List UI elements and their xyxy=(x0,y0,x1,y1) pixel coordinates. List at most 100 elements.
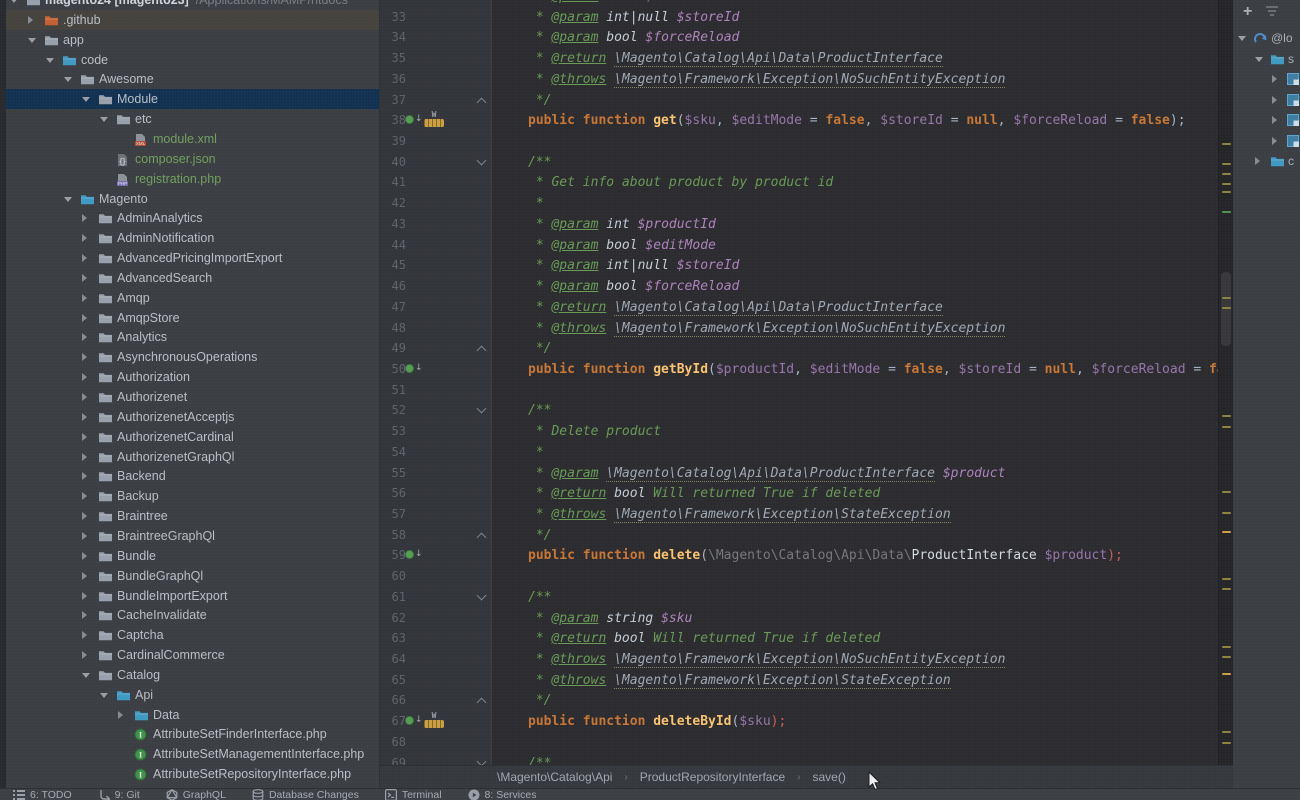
implemented-method-icon[interactable]: ↓ xyxy=(405,716,423,725)
chevron-collapsed-icon[interactable] xyxy=(82,651,87,659)
chevron-collapsed-icon[interactable] xyxy=(82,333,87,341)
code-line-63[interactable]: 63 * @return bool Will returned True if … xyxy=(380,628,1218,649)
chevron-collapsed-icon[interactable] xyxy=(82,214,87,222)
code-line-41[interactable]: 41 * Get info about product by product i… xyxy=(380,172,1218,193)
tree-item-amqp[interactable]: Amqp xyxy=(6,288,379,308)
fold-region-end-icon[interactable] xyxy=(477,698,487,708)
fold-region-start-icon[interactable] xyxy=(477,590,487,600)
tree-item-advancedsearch[interactable]: AdvancedSearch xyxy=(6,268,379,288)
implemented-method-icon[interactable]: ↓ xyxy=(405,364,423,373)
code-line-59[interactable]: 59↓public function delete(\Magento\Catal… xyxy=(380,545,1218,566)
code-line-65[interactable]: 65 * @throws \Magento\Framework\Exceptio… xyxy=(380,670,1218,691)
db-tree-item-table-3[interactable] xyxy=(1233,90,1300,110)
tree-item-cardinalcommerce[interactable]: CardinalCommerce xyxy=(6,645,379,665)
chevron-expanded-icon[interactable] xyxy=(64,77,72,82)
code-line-67[interactable]: 67↓Wpublic function deleteById($sku); xyxy=(380,711,1218,732)
chevron-collapsed-icon[interactable] xyxy=(1272,75,1277,83)
editor-scrollbar[interactable] xyxy=(1218,0,1233,765)
chevron-collapsed-icon[interactable] xyxy=(82,433,87,441)
chevron-expanded-icon[interactable] xyxy=(28,38,36,43)
chevron-expanded-icon[interactable] xyxy=(1238,36,1246,41)
chevron-collapsed-icon[interactable] xyxy=(28,16,33,24)
code-line-46[interactable]: 46 * @param bool $forceReload xyxy=(380,276,1218,297)
fold-region-start-icon[interactable] xyxy=(477,155,487,165)
chevron-expanded-icon[interactable] xyxy=(82,673,90,678)
tree-item-etc[interactable]: etc xyxy=(6,109,379,129)
fold-region-end-icon[interactable] xyxy=(477,346,487,356)
code-line-35[interactable]: 35 * @return \Magento\Catalog\Api\Data\P… xyxy=(380,48,1218,69)
code-line-48[interactable]: 48 * @throws \Magento\Framework\Exceptio… xyxy=(380,318,1218,339)
tree-item-attributesetmanagementinterface-php[interactable]: IAttributeSetManagementInterface.php xyxy=(6,744,379,764)
db-tree-item-table-2[interactable] xyxy=(1233,69,1300,89)
status-terminal[interactable]: Terminal xyxy=(385,789,442,800)
tree-item-app[interactable]: app xyxy=(6,30,379,50)
code-line-49[interactable]: 49 */ xyxy=(380,338,1218,359)
tree-item-composer-json[interactable]: {}composer.json xyxy=(6,149,379,169)
fold-region-start-icon[interactable] xyxy=(477,756,487,765)
chevron-collapsed-icon[interactable] xyxy=(1272,137,1277,145)
tree-item-bundlegraphql[interactable]: BundleGraphQl xyxy=(6,566,379,586)
chevron-expanded-icon[interactable] xyxy=(82,97,90,102)
code-line-53[interactable]: 53 * Delete product xyxy=(380,421,1218,442)
db-tree-item-table-5[interactable] xyxy=(1233,131,1300,151)
code-line-64[interactable]: 64 * @throws \Magento\Framework\Exceptio… xyxy=(380,649,1218,670)
tree-item-magento[interactable]: Magento xyxy=(6,189,379,209)
tree-item-authorizenet[interactable]: Authorizenet xyxy=(6,387,379,407)
status-git[interactable]: 9: Git xyxy=(98,789,140,800)
chevron-collapsed-icon[interactable] xyxy=(82,294,87,302)
chevron-expanded-icon[interactable] xyxy=(64,197,72,202)
tree-item-braintree[interactable]: Braintree xyxy=(6,506,379,526)
tree-item-bundleimportexport[interactable]: BundleImportExport xyxy=(6,586,379,606)
code-line-38[interactable]: 38↓Wpublic function get($sku, $editMode … xyxy=(380,110,1218,131)
fold-region-end-icon[interactable] xyxy=(477,532,487,542)
code-line-62[interactable]: 62 * @param string $sku xyxy=(380,608,1218,629)
code-line-44[interactable]: 44 * @param bool $editMode xyxy=(380,235,1218,256)
tree-item-authorization[interactable]: Authorization xyxy=(6,367,379,387)
code-line-34[interactable]: 34 * @param bool $forceReload xyxy=(380,27,1218,48)
chevron-collapsed-icon[interactable] xyxy=(82,413,87,421)
code-line-47[interactable]: 47 * @return \Magento\Catalog\Api\Data\P… xyxy=(380,297,1218,318)
tree-item-module-xml[interactable]: XMLmodule.xml xyxy=(6,129,379,149)
editor-pane[interactable]: 32 * @param bool $editMode33 * @param in… xyxy=(380,0,1233,788)
tree-item-registration-php[interactable]: PHPregistration.php xyxy=(6,169,379,189)
fold-region-end-icon[interactable] xyxy=(477,97,487,107)
tree-item-cacheinvalidate[interactable]: CacheInvalidate xyxy=(6,605,379,625)
tree-item-authorizenetcardinal[interactable]: AuthorizenetCardinal xyxy=(6,427,379,447)
chevron-collapsed-icon[interactable] xyxy=(82,314,87,322)
tree-item-github[interactable]: .github xyxy=(6,10,379,30)
tree-item-magento24-magento23[interactable]: magento24 [magento23] /Applications/MAMP… xyxy=(6,0,379,10)
tree-item-attributesetfinderinterface-php[interactable]: IAttributeSetFinderInterface.php xyxy=(6,724,379,744)
tree-item-adminanalytics[interactable]: AdminAnalytics xyxy=(6,208,379,228)
code-line-57[interactable]: 57 * @throws \Magento\Framework\Exceptio… xyxy=(380,504,1218,525)
code-line-66[interactable]: 66 */ xyxy=(380,690,1218,711)
code-line-54[interactable]: 54 * xyxy=(380,442,1218,463)
tree-item-authorizenetacceptjs[interactable]: AuthorizenetAcceptjs xyxy=(6,407,379,427)
code-line-43[interactable]: 43 * @param int $productId xyxy=(380,214,1218,235)
code-line-52[interactable]: 52/** xyxy=(380,400,1218,421)
code-line-61[interactable]: 61/** xyxy=(380,587,1218,608)
chevron-collapsed-icon[interactable] xyxy=(82,234,87,242)
tree-item-asynchronousoperations[interactable]: AsynchronousOperations xyxy=(6,347,379,367)
chevron-collapsed-icon[interactable] xyxy=(82,472,87,480)
tree-item-code[interactable]: code xyxy=(6,50,379,70)
code-line-42[interactable]: 42 * xyxy=(380,193,1218,214)
add-datasource-button[interactable]: + xyxy=(1243,4,1252,20)
code-line-69[interactable]: 69/** xyxy=(380,753,1218,765)
code-line-36[interactable]: 36 * @throws \Magento\Framework\Exceptio… xyxy=(380,69,1218,90)
bookmark-icon[interactable]: W xyxy=(424,712,444,728)
chevron-collapsed-icon[interactable] xyxy=(82,552,87,560)
chevron-collapsed-icon[interactable] xyxy=(82,532,87,540)
tree-item-braintreegraphql[interactable]: BraintreeGraphQl xyxy=(6,526,379,546)
chevron-collapsed-icon[interactable] xyxy=(118,711,123,719)
breadcrumb-method[interactable]: save() xyxy=(813,770,846,784)
filter-icon[interactable] xyxy=(1266,3,1278,21)
bookmark-icon[interactable]: W xyxy=(424,111,444,127)
status-database-changes[interactable]: Database Changes xyxy=(252,789,359,800)
chevron-expanded-icon[interactable] xyxy=(100,117,108,122)
chevron-collapsed-icon[interactable] xyxy=(1272,96,1277,104)
db-tree-item-lo[interactable]: @lo xyxy=(1233,28,1300,48)
code-line-58[interactable]: 58 */ xyxy=(380,525,1218,546)
code-line-40[interactable]: 40/** xyxy=(380,152,1218,173)
code-area[interactable]: 32 * @param bool $editMode33 * @param in… xyxy=(380,0,1218,765)
chevron-collapsed-icon[interactable] xyxy=(82,373,87,381)
